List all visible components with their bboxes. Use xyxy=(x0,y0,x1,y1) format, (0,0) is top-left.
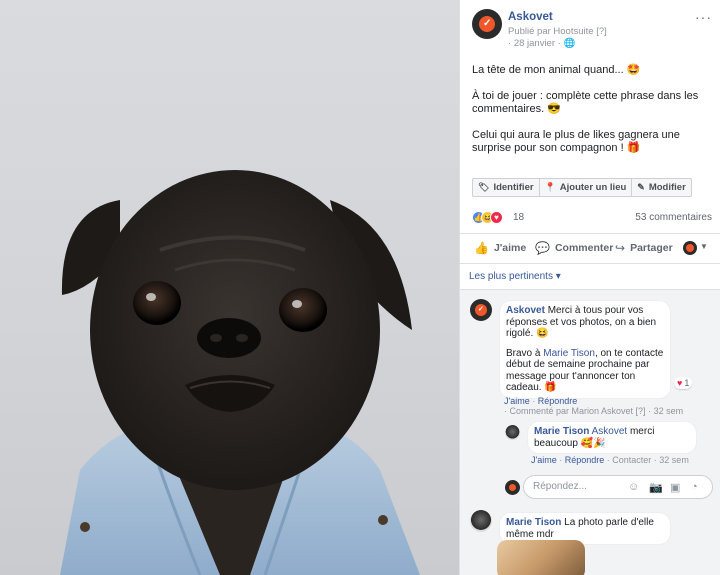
camera-icon[interactable]: 📷 xyxy=(649,481,663,494)
gif-icon[interactable]: ▣ xyxy=(670,481,680,494)
like-label: J'aime xyxy=(493,242,527,254)
commenter-avatar[interactable]: ✓ xyxy=(470,299,492,321)
post-header: ✓ Askovet Publié par Hootsuite [?] · 28 … xyxy=(472,9,712,49)
page-avatar[interactable]: ✓ xyxy=(472,9,502,39)
comments-filter[interactable]: Les plus pertinents ▾ xyxy=(469,271,561,282)
share-arrow-icon: ↪ xyxy=(615,241,626,255)
post-line-2: À toi de jouer : complète cette phrase d… xyxy=(472,89,699,116)
location-pin-icon: 📍 xyxy=(544,182,556,192)
comment-like-link[interactable]: J'aime xyxy=(504,396,530,406)
edit-label: Modifier xyxy=(648,182,686,193)
post-date[interactable]: · 28 janvier · 🌐 xyxy=(508,38,575,49)
more-options-icon[interactable]: ··· xyxy=(695,9,712,25)
edit-button[interactable]: ✎ Modifier xyxy=(632,179,691,196)
heart-icon: ♥ xyxy=(677,378,683,388)
comment-author[interactable]: Marie Tison xyxy=(506,517,561,528)
comment-reaction-count: 1 xyxy=(684,378,690,388)
mention-link[interactable]: Marie Tison xyxy=(543,348,595,359)
like-button[interactable]: 👍 J'aime xyxy=(474,241,526,255)
page-name[interactable]: Askovet xyxy=(508,11,553,23)
reply-composer[interactable]: ☺ 📷 ▣ ◔ xyxy=(523,475,713,499)
act-as-avatar[interactable] xyxy=(683,241,697,255)
comment-time[interactable]: 32 sem xyxy=(654,406,684,416)
post-body: La tête de mon animal quand... 🤩 À toi d… xyxy=(472,64,712,168)
published-by-text: Publié par Hootsuite xyxy=(508,26,594,37)
post-panel: ✓ Askovet Publié par Hootsuite [?] · 28 … xyxy=(459,0,720,575)
reply-avatar[interactable] xyxy=(505,425,520,440)
add-location-label: Ajouter un lieu xyxy=(559,182,627,193)
reply-bubble: Marie Tison Askovet merci beaucoup 🥰🎉 xyxy=(527,421,697,454)
tag-toolbar: 🏷 Identifier 📍 Ajouter un lieu ✎ Modifie… xyxy=(472,178,692,197)
comment-reaction-badge[interactable]: ♥ 1 xyxy=(674,377,693,389)
reply-input[interactable] xyxy=(533,481,623,492)
love-reaction-icon[interactable]: ♥ xyxy=(490,211,503,224)
globe-icon: 🌐 xyxy=(563,38,576,49)
share-button[interactable]: ↪ Partager xyxy=(615,241,673,255)
commented-by: Commenté par Marion Askovet [?] xyxy=(509,406,646,416)
comment-button[interactable]: 💬 Commenter xyxy=(535,241,613,255)
reply-author[interactable]: Marie Tison xyxy=(534,426,589,437)
identify-button[interactable]: 🏷 Identifier xyxy=(473,179,540,196)
comment-meta-2: · Commenté par Marion Askovet [?] · 32 s… xyxy=(504,406,684,416)
commenter-avatar[interactable] xyxy=(470,510,492,532)
sticker-icon[interactable]: ◔ xyxy=(691,481,698,493)
reply-mention[interactable]: Askovet xyxy=(592,426,628,437)
help-icon[interactable]: [?] xyxy=(596,26,607,37)
chevron-down-icon[interactable]: ▼ xyxy=(700,242,708,251)
speech-bubble-icon: 💬 xyxy=(535,241,550,255)
reaction-count[interactable]: 18 xyxy=(513,212,524,223)
identify-label: Identifier xyxy=(493,182,534,193)
comment-paragraph-2: Bravo à Marie Tison, on te contacte débu… xyxy=(506,348,664,394)
comment-count[interactable]: 53 commentaires xyxy=(635,212,712,223)
emoji-icon[interactable]: ☺ xyxy=(628,481,639,493)
comment-text-2-prefix: Bravo à xyxy=(506,347,544,359)
comment-paragraph-1: Askovet Merci à tous pour vos réponses e… xyxy=(506,305,664,340)
comment-meta: J'aime · Répondre xyxy=(504,396,578,406)
post-actions: 👍 J'aime 💬 Commenter ↪ Partager ▼ xyxy=(460,233,720,261)
reply-like-link[interactable]: J'aime xyxy=(531,455,557,465)
comment-photo-attachment[interactable] xyxy=(497,540,585,575)
reactions-summary: 👍 😆 ♥ 18 53 commentaires xyxy=(472,210,712,226)
comment-author[interactable]: Askovet xyxy=(506,305,545,316)
post-photo[interactable] xyxy=(0,0,459,575)
reply-reply-link[interactable]: Répondre xyxy=(565,455,605,465)
reply-contact-link[interactable]: Contacter xyxy=(612,455,651,465)
comment-bubble: Askovet Merci à tous pour vos réponses e… xyxy=(499,300,671,399)
check-icon: ✓ xyxy=(478,306,484,313)
thumbs-up-icon: 👍 xyxy=(474,241,489,255)
pug-illustration xyxy=(60,170,420,575)
post-line-1: La tête de mon animal quand... 🤩 xyxy=(472,64,641,76)
tag-icon: 🏷 xyxy=(478,182,490,192)
reply-time[interactable]: 32 sem xyxy=(659,455,689,465)
post-line-3: Celui qui aura le plus de likes gagnera … xyxy=(472,128,680,155)
check-icon: ✓ xyxy=(483,18,492,29)
share-label: Partager xyxy=(630,242,673,254)
add-location-button[interactable]: 📍 Ajouter un lieu xyxy=(540,179,633,196)
comments-section: ✓ Askovet Merci à tous pour vos réponses… xyxy=(460,289,720,575)
published-by: Publié par Hootsuite [?] xyxy=(508,26,607,37)
comment-reply-link[interactable]: Répondre xyxy=(538,396,578,406)
comment-label: Commenter xyxy=(554,242,614,254)
pencil-icon: ✎ xyxy=(637,182,645,192)
reply-meta: J'aime · Répondre · Contacter · 32 sem xyxy=(531,455,689,465)
composer-avatar xyxy=(505,480,520,495)
comments-filter-bar: Les plus pertinents ▾ xyxy=(460,263,720,289)
post-date-text[interactable]: 28 janvier xyxy=(514,38,555,49)
